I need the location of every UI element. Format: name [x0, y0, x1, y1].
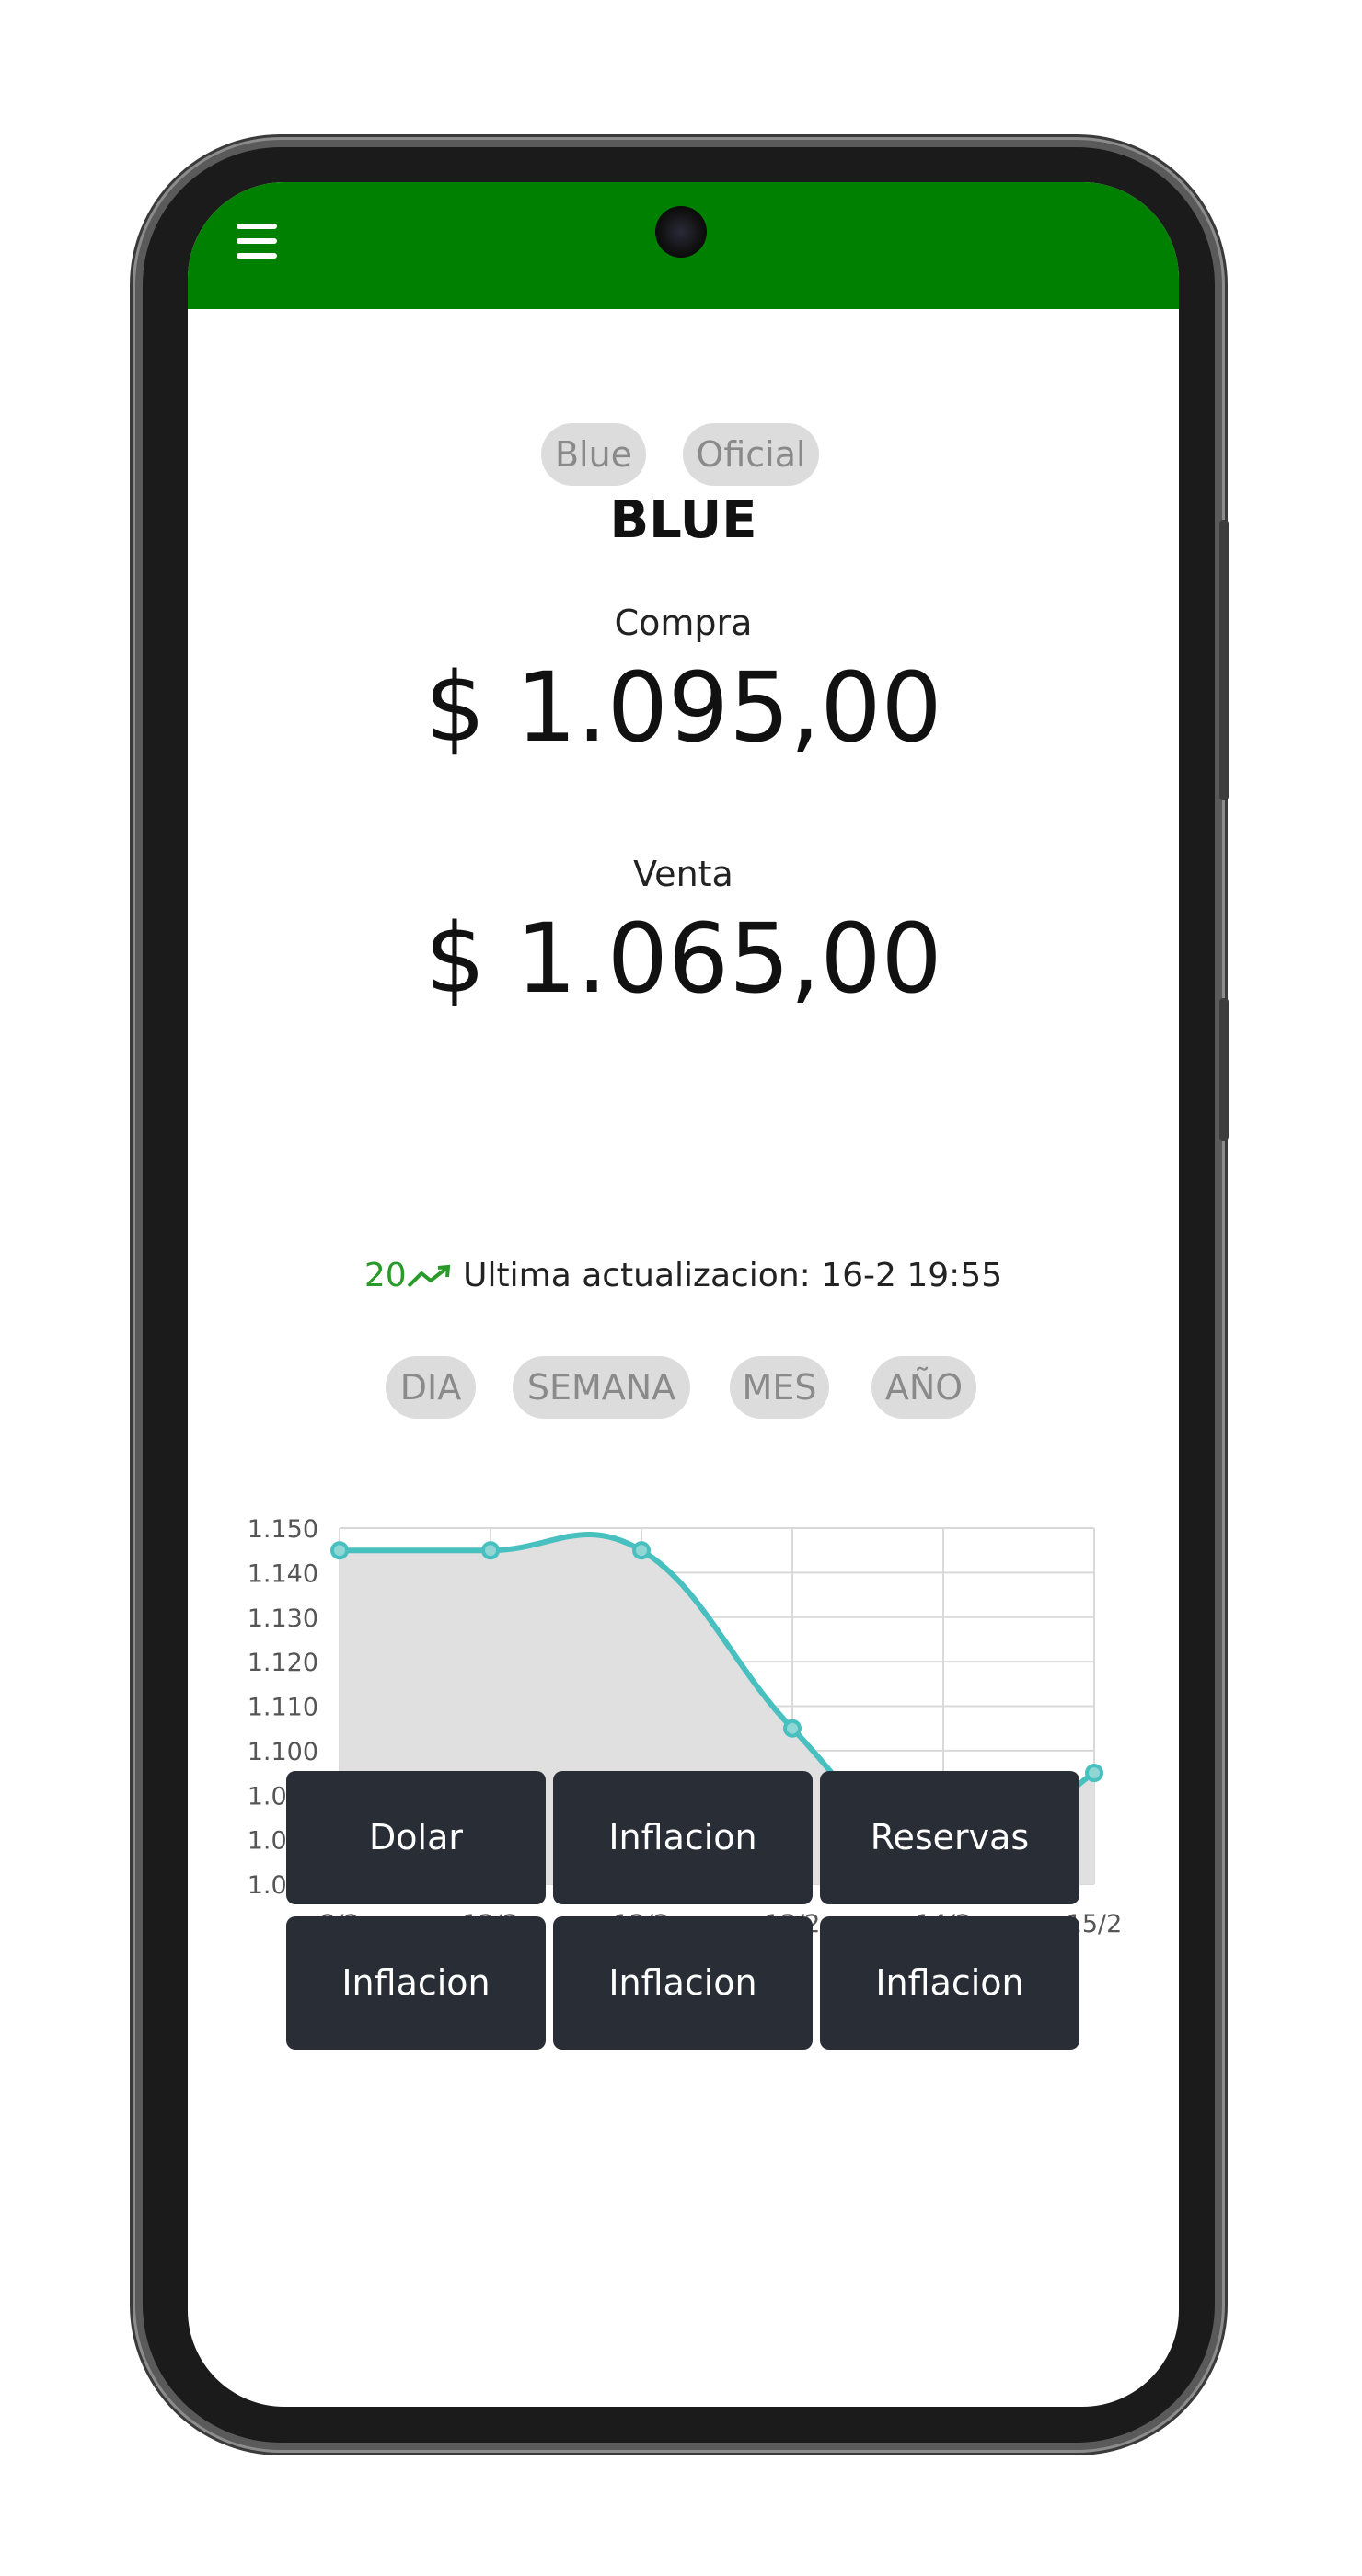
inflacion-button[interactable]: Inflacion: [553, 1771, 813, 1904]
trending-up-icon: [407, 1264, 450, 1288]
tab-oficial[interactable]: Oficial: [683, 423, 819, 486]
app-bar: [188, 182, 1179, 309]
volume-button: [1219, 520, 1229, 800]
phone-frame: Blue Oficial BLUE Compra $ 1.095,00 Vent…: [143, 147, 1229, 2443]
tab-blue[interactable]: Blue: [541, 423, 646, 486]
y-tick-label: 1.110: [248, 1694, 318, 1722]
dolar-button[interactable]: Dolar: [286, 1771, 546, 1904]
inflacion-button-3[interactable]: Inflacion: [553, 1916, 813, 2050]
reservas-button[interactable]: Reservas: [820, 1771, 1079, 1904]
data-point: [330, 1541, 349, 1560]
y-tick-label: 1.150: [248, 1515, 318, 1544]
front-camera: [655, 206, 707, 258]
y-tick-label: 1.100: [248, 1738, 318, 1766]
inflacion-button-4[interactable]: Inflacion: [820, 1916, 1079, 2050]
venta-label: Venta: [633, 854, 733, 894]
power-button: [1219, 998, 1229, 1141]
y-tick-label: 1.140: [248, 1559, 318, 1588]
data-point: [783, 1719, 802, 1738]
menu-icon[interactable]: [237, 224, 277, 262]
last-update: 20 Ultima actualizacion: 16-2 19:55: [188, 1257, 1179, 1294]
screen: Blue Oficial BLUE Compra $ 1.095,00 Vent…: [188, 182, 1179, 2407]
inflacion-button-2[interactable]: Inflacion: [286, 1916, 546, 2050]
data-point: [632, 1541, 651, 1560]
data-point: [1085, 1764, 1103, 1783]
update-count: 20: [364, 1257, 407, 1294]
update-text: Ultima actualizacion: 16-2 19:55: [463, 1257, 1003, 1294]
currency-title: BLUE: [609, 490, 757, 550]
venta-value: $ 1.065,00: [424, 903, 942, 1015]
compra-label: Compra: [614, 603, 753, 643]
data-point: [481, 1541, 500, 1560]
y-tick-label: 1.120: [248, 1649, 318, 1677]
compra-value: $ 1.095,00: [424, 651, 942, 764]
y-tick-label: 1.130: [248, 1604, 318, 1633]
